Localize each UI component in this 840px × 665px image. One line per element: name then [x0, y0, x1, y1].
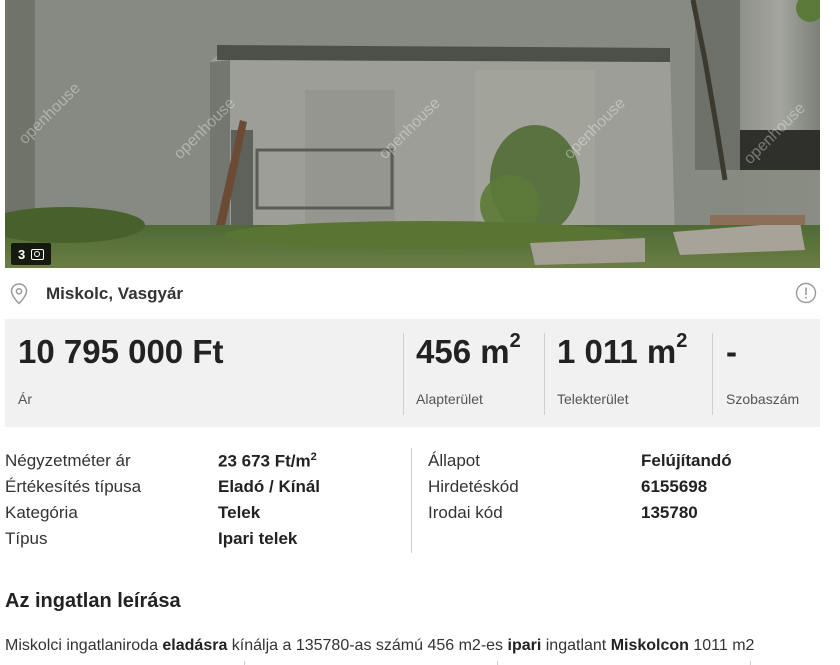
stat-divider — [712, 333, 713, 415]
stat-plot-area: 1 011 m2 Telekterület — [557, 330, 688, 415]
detail-row: Hirdetéskód 6155698 — [428, 474, 732, 500]
location-row: Miskolc, Vasgyár — [5, 278, 820, 310]
detail-value: 6155698 — [641, 477, 708, 496]
plot-area-unit: 2 — [676, 330, 688, 352]
detail-row: Típus Ipari telek — [5, 526, 320, 552]
price-value: 10 795 000 Ft — [18, 333, 224, 370]
detail-key: Hirdetéskód — [428, 477, 519, 496]
property-photo-image: openhouse openhouse openhouse openhouse … — [5, 0, 820, 268]
detail-row: Állapot Felújítandó — [428, 448, 732, 474]
property-photo[interactable]: openhouse openhouse openhouse openhouse … — [5, 0, 820, 268]
divider-tick — [750, 661, 751, 665]
detail-row: Kategória Telek — [5, 500, 320, 526]
detail-row: Irodai kód 135780 — [428, 500, 732, 526]
stat-price: 10 795 000 Ft Ár — [18, 333, 223, 415]
description-fade — [0, 657, 840, 665]
stat-floor-area: 456 m2 Alapterület — [416, 330, 521, 415]
divider-tick — [497, 661, 498, 665]
detail-value: Telek — [218, 503, 261, 522]
description-title: Az ingatlan leírása — [5, 590, 181, 612]
report-alert-icon[interactable] — [795, 282, 817, 304]
detail-key: Kategória — [5, 503, 78, 522]
floor-area-unit: 2 — [509, 330, 521, 352]
detail-key: Értékesítés típusa — [5, 477, 142, 496]
photo-count: 3 — [18, 246, 26, 262]
plot-area-label: Telekterület — [557, 391, 629, 407]
location-text: Miskolc, Vasgyár — [46, 284, 184, 303]
detail-row: Négyzetméter ár 23 673 Ft/m2 — [5, 448, 320, 474]
detail-value: Ipari telek — [218, 529, 298, 548]
detail-key: Állapot — [428, 451, 480, 470]
key-stats-box: 10 795 000 Ft Ár 456 m2 Alapterület 1 01… — [5, 319, 820, 427]
divider-tick — [244, 661, 245, 665]
detail-row: Értékesítés típusa Eladó / Kínál — [5, 474, 320, 500]
detail-key: Irodai kód — [428, 503, 503, 522]
detail-value: Felújítandó — [641, 451, 732, 470]
details-divider — [411, 448, 412, 553]
details-left-column: Négyzetméter ár 23 673 Ft/m2 Értékesítés… — [5, 448, 320, 552]
floor-area-label: Alapterület — [416, 391, 483, 407]
stat-divider — [544, 333, 545, 415]
stat-rooms: - Szobaszám — [726, 333, 799, 415]
plot-area-value: 1 011 m — [557, 333, 677, 370]
stat-divider — [403, 333, 404, 415]
price-label: Ár — [18, 391, 32, 407]
rooms-value: - — [726, 333, 737, 370]
photo-counter-badge[interactable]: 3 — [11, 243, 52, 265]
detail-value: 135780 — [641, 503, 698, 522]
floor-area-value: 456 m — [416, 333, 510, 370]
detail-value: 23 673 Ft/m2 — [218, 450, 317, 471]
description-text: Miskolci ingatlaniroda eladásra kínálja … — [5, 637, 755, 654]
detail-value: Eladó / Kínál — [218, 477, 321, 496]
rooms-label: Szobaszám — [726, 391, 800, 407]
detail-key: Négyzetméter ár — [5, 451, 131, 470]
location-pin-icon — [10, 283, 28, 305]
detail-key: Típus — [5, 529, 48, 548]
camera-icon — [31, 248, 45, 260]
details-right-column: Állapot Felújítandó Hirdetéskód 6155698 … — [428, 448, 732, 526]
